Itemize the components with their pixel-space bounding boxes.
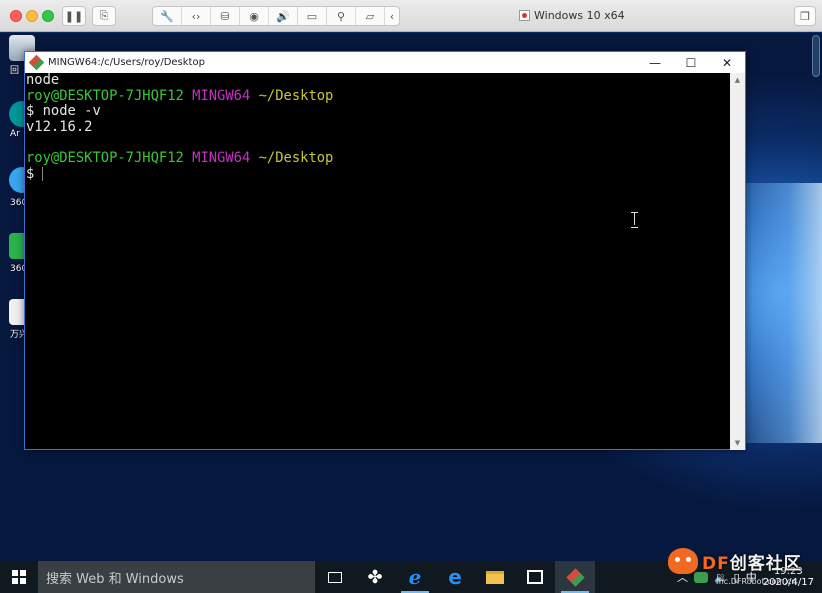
pause-icon: ❚❚ [64, 9, 84, 23]
sound-icon[interactable]: 🔊 [269, 7, 298, 25]
task-view-button[interactable] [315, 561, 355, 593]
prompt-dollar: $ [26, 166, 35, 183]
internet-explorer-icon: e [408, 565, 422, 589]
task-view-icon [328, 571, 342, 583]
terminal-scrollbar[interactable]: ▲ ▼ [730, 73, 745, 450]
search-placeholder: 搜索 Web 和 Windows [46, 571, 184, 587]
taskbar-app-store[interactable] [515, 561, 555, 593]
terminal-line: node [26, 72, 60, 88]
video-icon[interactable]: ▭ [298, 7, 327, 25]
close-icon: ✕ [721, 55, 733, 70]
camera-icon[interactable]: ◉ [240, 7, 269, 25]
window-mode-button[interactable]: ❐ [794, 6, 816, 26]
hard-disk-icon[interactable]: ⛁ [211, 7, 240, 25]
taskbar-app-pinwheel[interactable]: ✤ [355, 561, 395, 593]
chevron-left-icon[interactable]: ‹ [385, 7, 399, 25]
git-icon [565, 567, 585, 587]
terminal-maximize-button[interactable]: ☐ [673, 52, 709, 73]
close-window-button[interactable] [10, 10, 22, 22]
terminal-minimize-button[interactable]: — [637, 52, 673, 73]
minimize-window-button[interactable] [26, 10, 38, 22]
watermark-brand-text: 创客社区 [729, 553, 802, 574]
vm-title: Windows 10 x64 [519, 9, 625, 22]
terminal-command-line: $ node -v [26, 103, 101, 120]
terminal-prompt-line: roy@DESKTOP-7JHQF12 MINGW64 ~/Desktop [26, 87, 731, 105]
minimize-icon: — [649, 55, 661, 70]
snapshot-icon: ⎘ [99, 9, 109, 22]
wrench-icon[interactable]: 🔧 [153, 7, 182, 25]
text-cursor [42, 167, 44, 182]
folder-icon [486, 570, 504, 584]
edge-icon: e [448, 565, 462, 589]
terminal-output[interactable]: node roy@DESKTOP-7JHQF12 MINGW64 ~/Deskt… [25, 72, 731, 450]
taskbar-search-box[interactable]: 搜索 Web 和 Windows [38, 561, 315, 593]
prompt-user: roy@DESKTOP-7JHQF12 [26, 87, 184, 104]
device-toolbar-group: 🔧 ‹› ⛁ ◉ 🔊 ▭ ⚲ ▱ ‹ [152, 6, 400, 26]
terminal-title-bar[interactable]: MINGW64:/c/Users/roy/Desktop — ☐ ✕ [25, 52, 745, 73]
terminal-output-line: v12.16.2 [26, 119, 93, 136]
prompt-env: MINGW64 [192, 87, 251, 104]
shared-folder-icon[interactable]: ▱ [356, 7, 385, 25]
code-arrows-icon[interactable]: ‹› [182, 7, 211, 25]
prompt-user: roy@DESKTOP-7JHQF12 [26, 150, 184, 167]
prompt-path: ~/Desktop [258, 150, 334, 167]
scroll-up-icon[interactable]: ▲ [730, 73, 745, 87]
pinwheel-icon: ✤ [367, 566, 383, 588]
pause-vm-button[interactable]: ❚❚ [62, 6, 86, 26]
snapshot-button[interactable]: ⎘ [92, 6, 116, 26]
ibeam-cursor-icon [630, 212, 639, 228]
dfrobot-watermark: DF创客社区 [668, 548, 802, 574]
terminal-close-button[interactable]: ✕ [709, 52, 745, 73]
terminal-title: MINGW64:/c/Users/roy/Desktop [48, 57, 205, 68]
store-icon [527, 570, 543, 584]
taskbar-app-git-bash[interactable] [555, 561, 595, 593]
host-toolbar: ❚❚ ⎘ 🔧 ‹› ⛁ ◉ 🔊 ▭ ⚲ ▱ ‹ Windows 10 x64 ❐ [0, 0, 822, 32]
prompt-env: MINGW64 [192, 150, 251, 167]
taskbar-app-explorer[interactable] [475, 561, 515, 593]
terminal-prompt-line: roy@DESKTOP-7JHQF12 MINGW64 ~/Desktop [26, 151, 731, 167]
fullscreen-window-button[interactable] [42, 10, 54, 22]
git-icon [28, 54, 45, 71]
terminal-input-line[interactable]: $ [26, 166, 731, 183]
vm-icon [519, 10, 530, 21]
maximize-icon: ☐ [685, 55, 697, 70]
mingw64-terminal-window[interactable]: MINGW64:/c/Users/roy/Desktop — ☐ ✕ node … [24, 51, 746, 450]
scroll-down-icon[interactable]: ▼ [730, 436, 745, 450]
restore-icon: ❐ [800, 9, 810, 23]
watermark-url: mc.DFRobot.com.cn [716, 577, 797, 586]
dfrobot-logo-icon [668, 548, 698, 574]
prompt-path: ~/Desktop [258, 87, 334, 104]
windows-logo-icon [12, 570, 26, 584]
watermark-brand-df: DF [702, 553, 730, 574]
usb-icon[interactable]: ⚲ [327, 7, 356, 25]
taskbar-app-edge[interactable]: e [435, 561, 475, 593]
host-scroll-indicator[interactable] [812, 35, 820, 77]
start-button[interactable] [0, 561, 38, 593]
taskbar-app-ie[interactable]: e [395, 561, 435, 593]
